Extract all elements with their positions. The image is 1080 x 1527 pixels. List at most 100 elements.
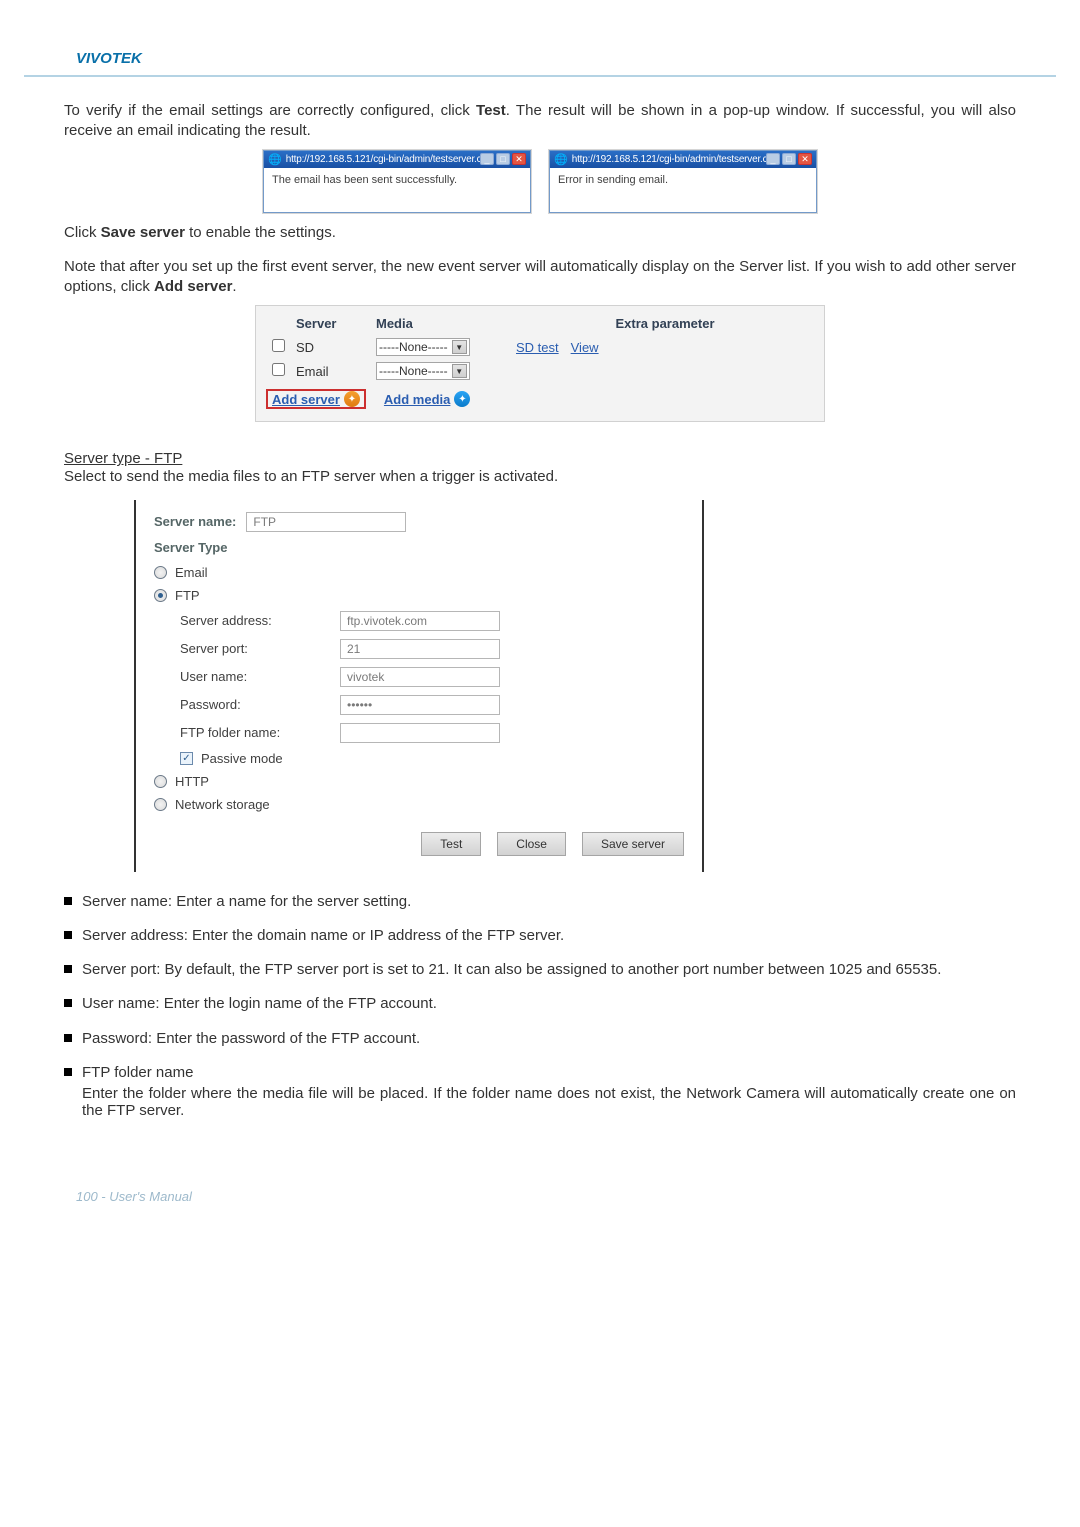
bullet-item: Server name: Enter a name for the server… <box>64 892 1016 912</box>
bullet-item: FTP folder name <box>64 1063 1016 1083</box>
server-name-input[interactable] <box>246 512 406 532</box>
bullet-item: User name: Enter the login name of the F… <box>64 994 1016 1014</box>
server-list-actions: Add server ✦ Add media ✦ <box>266 383 814 411</box>
verify-prefix: To verify if the email settings are corr… <box>64 102 476 119</box>
verify-paragraph: To verify if the email settings are corr… <box>64 101 1016 142</box>
radio-email-label: Email <box>175 565 208 580</box>
ftp-button-row: Test Close Save server <box>154 832 684 856</box>
note-line: Note that after you set up the first eve… <box>64 257 1016 298</box>
add-server-link[interactable]: Add server <box>272 392 340 407</box>
popup-error: 🌐 http://192.168.5.121/cgi-bin/admin/tes… <box>549 150 817 213</box>
maximize-icon[interactable]: □ <box>496 153 510 165</box>
chevron-down-icon: ▼ <box>452 364 467 378</box>
radio-netstore[interactable]: Network storage <box>154 793 684 816</box>
server-list-header: Server Media Extra parameter <box>266 312 814 335</box>
ie-icon: 🌐 <box>268 153 282 166</box>
popup-success: 🌐 http://192.168.5.121/cgi-bin/admin/tes… <box>263 150 531 213</box>
test-button[interactable]: Test <box>421 832 481 856</box>
bullet-item: Password: Enter the password of the FTP … <box>64 1029 1016 1049</box>
bullet-2: Server address: Enter the domain name or… <box>82 926 1016 946</box>
email-media-select[interactable]: -----None----- ▼ <box>376 362 470 380</box>
brand-header: VIVOTEK <box>0 50 1080 75</box>
popup-row: 🌐 http://192.168.5.121/cgi-bin/admin/tes… <box>64 150 1016 213</box>
folder-input[interactable] <box>340 723 500 743</box>
save-prefix: Click <box>64 224 101 241</box>
radio-ftp-label: FTP <box>175 588 200 603</box>
ftp-section-desc: Select to send the media files to an FTP… <box>64 467 1016 487</box>
ftp-section-title: Server type - FTP <box>64 450 1016 467</box>
radio-http[interactable]: HTTP <box>154 770 684 793</box>
password-input[interactable] <box>340 695 500 715</box>
radio-icon <box>154 798 167 811</box>
popup-success-url: http://192.168.5.121/cgi-bin/admin/tests… <box>286 154 480 165</box>
close-button[interactable]: Close <box>497 832 566 856</box>
server-type-label: Server Type <box>154 540 684 555</box>
passive-checkbox[interactable]: ✓ <box>180 752 193 765</box>
server-address-input[interactable] <box>340 611 500 631</box>
test-button-ref: Test <box>476 102 506 119</box>
add-media-link[interactable]: Add media <box>384 392 450 407</box>
server-row-sd: SD -----None----- ▼ SD test View <box>266 335 814 359</box>
ie-icon: 🌐 <box>554 153 568 166</box>
popup-error-body: Error in sending email. <box>550 168 816 212</box>
popup-error-url: http://192.168.5.121/cgi-bin/admin/tests… <box>572 154 766 165</box>
bullet-icon <box>64 1034 72 1042</box>
sd-test-link[interactable]: SD test <box>516 340 559 355</box>
bullet-4: User name: Enter the login name of the F… <box>82 994 1016 1014</box>
minimize-icon[interactable]: _ <box>480 153 494 165</box>
folder-label: FTP folder name: <box>180 725 340 740</box>
add-server-ref: Add server <box>154 278 232 295</box>
server-row-sd-checkbox[interactable] <box>272 339 285 352</box>
bullet-item: Server port: By default, the FTP server … <box>64 960 1016 980</box>
radio-icon <box>154 566 167 579</box>
bullet-icon <box>64 965 72 973</box>
close-icon[interactable]: ✕ <box>798 153 812 165</box>
server-port-input[interactable] <box>340 639 500 659</box>
radio-icon <box>154 775 167 788</box>
close-icon[interactable]: ✕ <box>512 153 526 165</box>
server-row-email-checkbox[interactable] <box>272 363 285 376</box>
note-suffix: . <box>232 278 236 295</box>
sd-media-value: -----None----- <box>379 340 448 354</box>
user-name-input[interactable] <box>340 667 500 687</box>
save-line: Click Save server to enable the settings… <box>64 223 1016 243</box>
save-suffix: to enable the settings. <box>185 224 336 241</box>
radio-http-label: HTTP <box>175 774 209 789</box>
bullet-icon <box>64 1068 72 1076</box>
minimize-icon[interactable]: _ <box>766 153 780 165</box>
header-rule <box>24 75 1056 77</box>
save-server-ref: Save server <box>101 224 185 241</box>
bullet-icon <box>64 897 72 905</box>
server-address-label: Server address: <box>180 613 340 628</box>
server-row-email-label: Email <box>296 364 376 379</box>
server-name-label: Server name: <box>154 514 236 529</box>
bullet-5: Password: Enter the password of the FTP … <box>82 1029 1016 1049</box>
popup-error-titlebar: 🌐 http://192.168.5.121/cgi-bin/admin/tes… <box>550 151 816 168</box>
bullet-3: Server port: By default, the FTP server … <box>82 960 1016 980</box>
save-server-button[interactable]: Save server <box>582 832 684 856</box>
col-extra: Extra parameter <box>516 316 814 331</box>
add-orange-icon: ✦ <box>344 391 360 407</box>
col-media: Media <box>376 316 516 331</box>
maximize-icon[interactable]: □ <box>782 153 796 165</box>
ftp-panel: Server name: Server Type Email FTP Serve… <box>134 500 704 872</box>
col-server: Server <box>296 316 376 331</box>
bullet-6-body: Enter the folder where the media file wi… <box>64 1085 1016 1119</box>
server-port-label: Server port: <box>180 641 340 656</box>
radio-ftp[interactable]: FTP <box>154 584 684 607</box>
view-link[interactable]: View <box>571 340 599 355</box>
bullet-1: Server name: Enter a name for the server… <box>82 892 1016 912</box>
bullet-6-head: FTP folder name <box>82 1063 1016 1083</box>
server-list-box: Server Media Extra parameter SD -----Non… <box>255 305 825 422</box>
bullet-item: Server address: Enter the domain name or… <box>64 926 1016 946</box>
chevron-down-icon: ▼ <box>452 340 467 354</box>
popup-success-body: The email has been sent successfully. <box>264 168 530 212</box>
bullet-list: Server name: Enter a name for the server… <box>64 892 1016 1120</box>
bullet-icon <box>64 931 72 939</box>
radio-netstore-label: Network storage <box>175 797 270 812</box>
radio-email[interactable]: Email <box>154 561 684 584</box>
server-row-sd-label: SD <box>296 340 376 355</box>
page-footer: 100 - User's Manual <box>0 1189 1080 1204</box>
bullet-icon <box>64 999 72 1007</box>
sd-media-select[interactable]: -----None----- ▼ <box>376 338 470 356</box>
